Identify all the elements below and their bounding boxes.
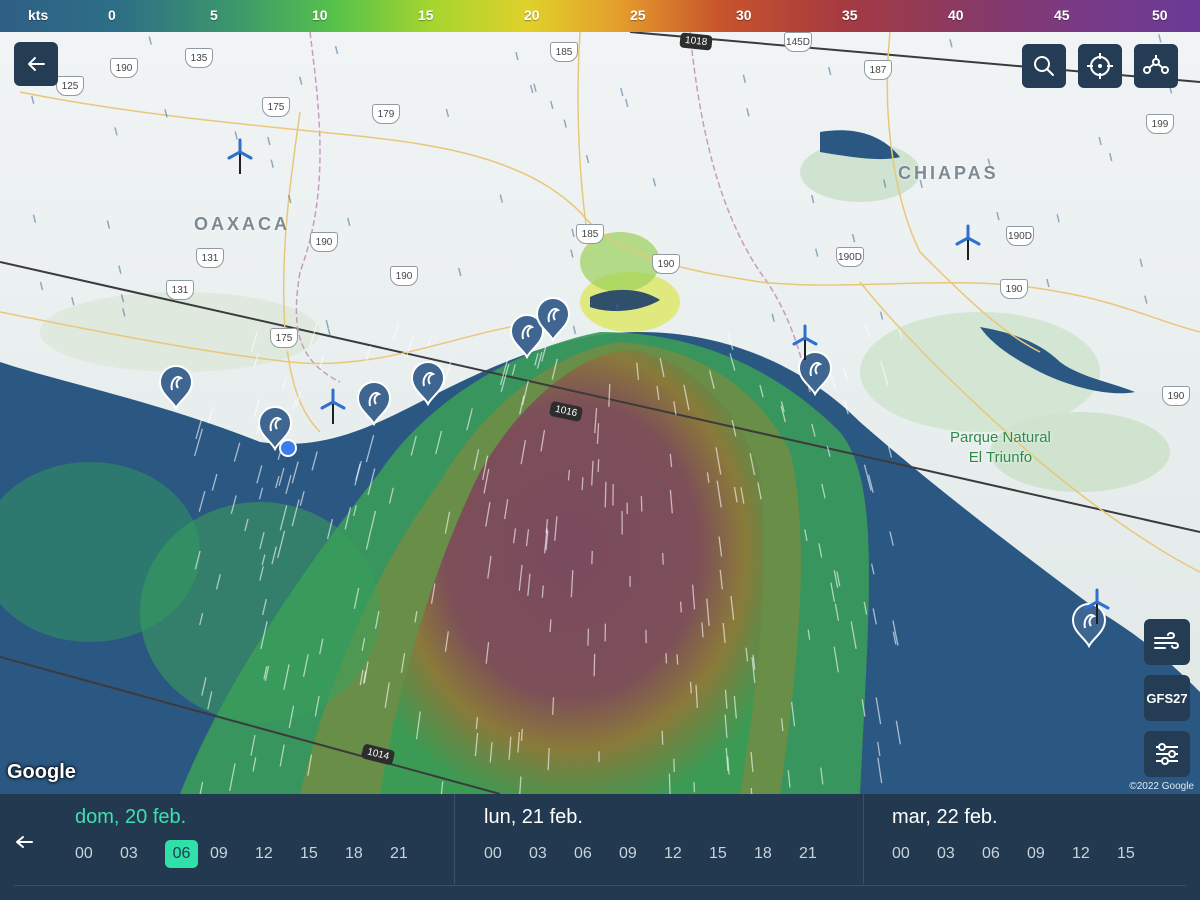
wind-map[interactable]: OAXACA CHIAPAS Parque Natural El Triunfo… (0, 32, 1200, 794)
settings-button[interactable] (1144, 731, 1190, 777)
hour-03[interactable]: 03 (529, 840, 574, 868)
legend-tick: 25 (630, 7, 646, 23)
day-divider (863, 794, 864, 884)
hour-18[interactable]: 18 (754, 840, 799, 868)
legend-tick: 45 (1054, 7, 1070, 23)
day-label: dom, 20 feb. (75, 806, 187, 828)
arrow-left-icon (16, 836, 33, 848)
day-divider (454, 794, 455, 884)
hour-09[interactable]: 09 (1027, 840, 1072, 868)
current-location-dot (279, 439, 297, 457)
legend-tick: 30 (736, 7, 752, 23)
locate-button[interactable] (1078, 44, 1122, 88)
legend-tick: 50 (1152, 7, 1168, 23)
legend-tick: 35 (842, 7, 858, 23)
day-1: lun, 21 feb. 00 03 06 09 12 15 18 21 (484, 794, 864, 884)
hour-list: 00 03 06 09 12 15 18 21 (484, 840, 844, 868)
sliders-icon (1156, 743, 1178, 765)
hour-12[interactable]: 12 (664, 840, 709, 868)
route-icon (1143, 55, 1169, 74)
wind-turbine-icon (955, 224, 981, 260)
arrow-left-icon (28, 57, 45, 71)
hour-list: 00 03 06 09 12 15 18 21 (75, 840, 435, 868)
legend-tick: 5 (210, 7, 218, 23)
wind-layer-button[interactable] (1144, 619, 1190, 665)
legend-tick: 20 (524, 7, 540, 23)
timeline-back-button[interactable] (12, 830, 36, 854)
wind-turbine-icon (792, 324, 818, 360)
route-button[interactable] (1134, 44, 1178, 88)
day-label: mar, 22 feb. (892, 806, 998, 828)
wind-icon (1154, 631, 1179, 650)
hour-list: 00 03 06 09 12 15 (892, 840, 1162, 868)
hour-15[interactable]: 15 (300, 840, 345, 868)
hour-06[interactable]: 06 (982, 840, 1027, 868)
map-copyright: ©2022 Google (1129, 781, 1194, 792)
hour-15[interactable]: 15 (709, 840, 754, 868)
search-button[interactable] (1022, 44, 1066, 88)
hour-06[interactable]: 06 (165, 840, 198, 868)
hour-21[interactable]: 21 (390, 840, 435, 868)
legend-tick: 40 (948, 7, 964, 23)
wind-turbine-icon (320, 388, 346, 424)
hour-03[interactable]: 03 (120, 840, 165, 868)
google-logo: Google (7, 761, 76, 783)
legend-tick: 15 (418, 7, 434, 23)
hour-12[interactable]: 12 (255, 840, 300, 868)
hour-18[interactable]: 18 (345, 840, 390, 868)
hour-09[interactable]: 09 (619, 840, 664, 868)
hour-09[interactable]: 09 (210, 840, 255, 868)
hour-21[interactable]: 21 (799, 840, 844, 868)
wind-turbine-icon (1084, 588, 1110, 624)
forecast-timeline: dom, 20 feb. 00 03 06 09 12 15 18 21 lun, 21 fe… (0, 794, 1200, 900)
model-button[interactable]: GFS27 (1144, 675, 1190, 721)
hour-00[interactable]: 00 (892, 840, 937, 868)
timeline-divider (14, 885, 1186, 886)
wind-speed-legend: kts 0 5 10 15 20 25 30 35 40 45 50 (0, 0, 1200, 32)
back-button[interactable] (14, 42, 58, 86)
wind-turbine-icons (227, 138, 1110, 624)
hour-00[interactable]: 00 (75, 840, 120, 868)
crosshair-icon (1087, 53, 1113, 79)
hour-15[interactable]: 15 (1117, 840, 1162, 868)
hour-06[interactable]: 06 (574, 840, 619, 868)
hour-12[interactable]: 12 (1072, 840, 1117, 868)
day-2: mar, 22 feb. 00 03 06 09 12 15 (892, 794, 1192, 884)
day-label: lun, 21 feb. (484, 806, 583, 828)
legend-unit: kts (28, 7, 49, 23)
hour-03[interactable]: 03 (937, 840, 982, 868)
hour-00[interactable]: 00 (484, 840, 529, 868)
legend-tick: 10 (312, 7, 328, 23)
search-icon (1034, 56, 1054, 76)
legend-tick: 0 (108, 7, 116, 23)
wind-turbine-icon (227, 138, 253, 174)
day-0: dom, 20 feb. 00 03 06 09 12 15 18 21 (75, 794, 455, 884)
